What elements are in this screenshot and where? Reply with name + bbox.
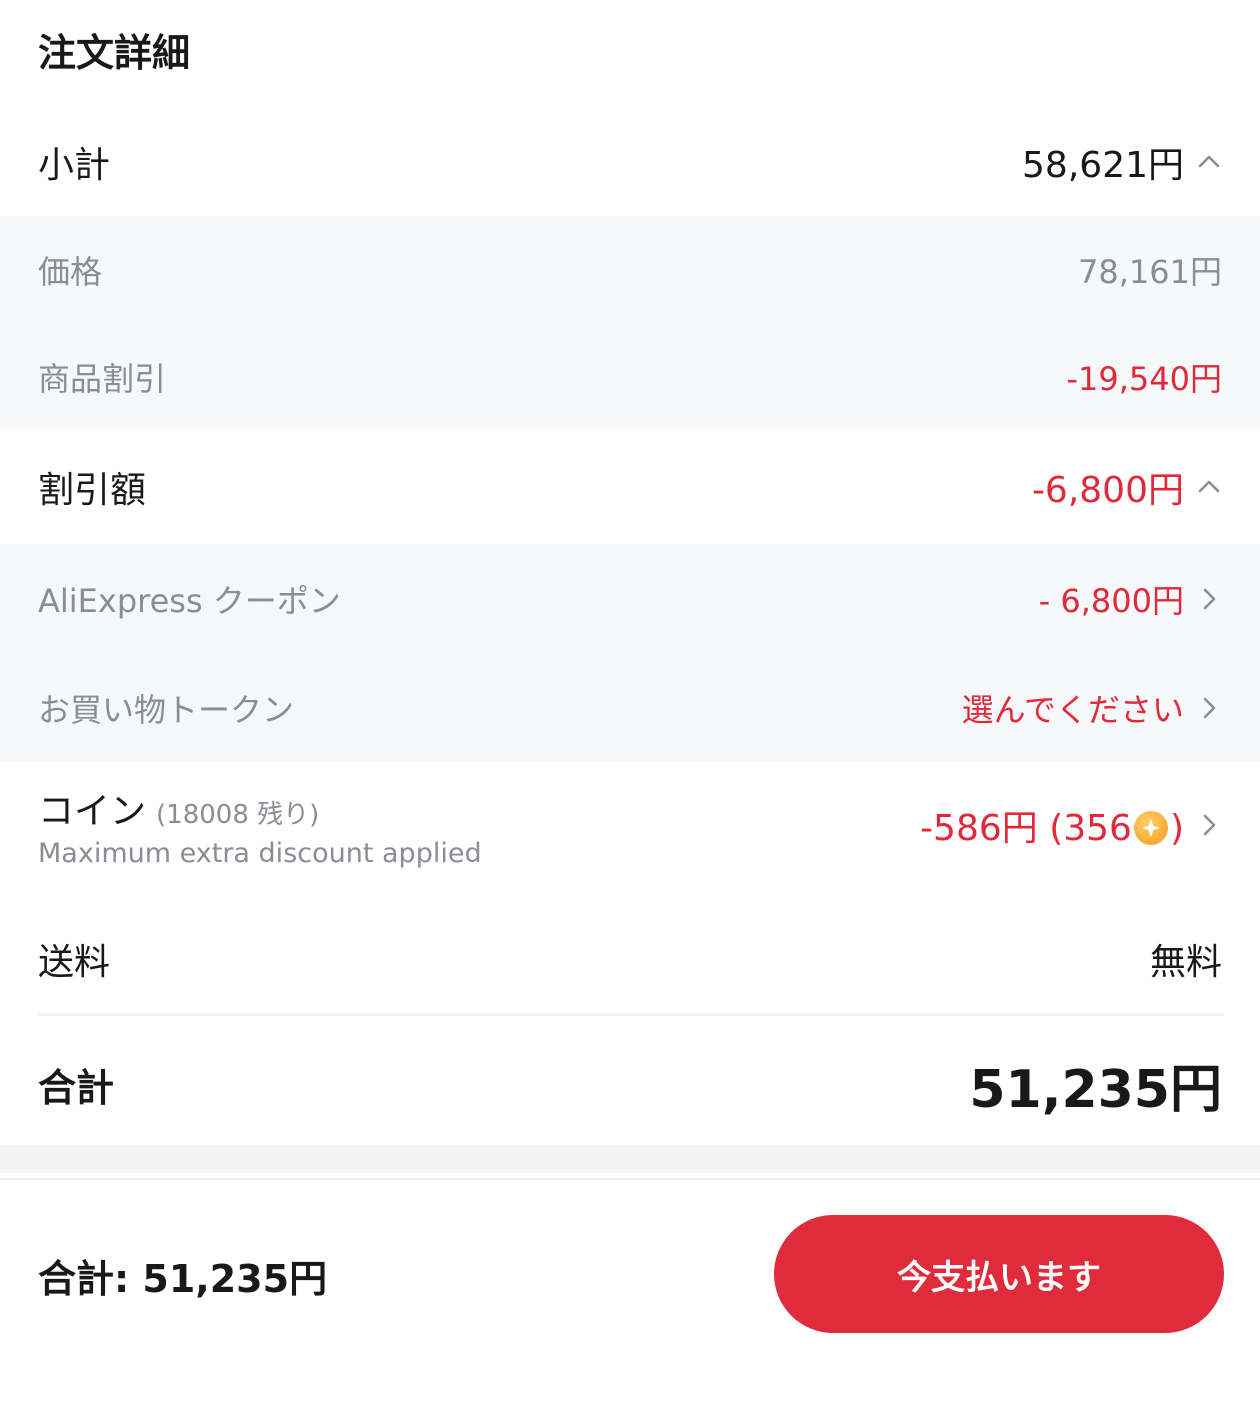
total-value: 51,235円 bbox=[969, 1059, 1222, 1120]
divider bbox=[38, 1014, 1224, 1016]
discount-value: -6,800円 bbox=[1031, 470, 1184, 511]
pay-now-button[interactable]: 今支払います bbox=[774, 1215, 1224, 1333]
coins-value: -586円 (356) bbox=[920, 808, 1184, 849]
price-value: 78,161円 bbox=[1078, 253, 1222, 291]
coins-note: Maximum extra discount applied bbox=[38, 837, 482, 869]
price-label: 価格 bbox=[38, 253, 103, 291]
subtotal-label: 小計 bbox=[38, 145, 111, 186]
shopping-token-label: お買い物トークン bbox=[38, 691, 295, 729]
page-title: 注文詳細 bbox=[38, 31, 191, 75]
shopping-token-row[interactable]: お買い物トークン 選んでください bbox=[0, 654, 1260, 762]
subtotal-row[interactable]: 小計 58,621円 bbox=[0, 108, 1260, 216]
coins-label: コイン bbox=[38, 790, 147, 832]
section-gap bbox=[0, 1145, 1260, 1173]
discount-row[interactable]: 割引額 -6,800円 bbox=[0, 430, 1260, 544]
chevron-right-icon[interactable] bbox=[1196, 695, 1222, 721]
price-row: 価格 78,161円 bbox=[0, 216, 1260, 324]
subtotal-value: 58,621円 bbox=[1022, 145, 1184, 186]
discount-label: 割引額 bbox=[38, 470, 147, 511]
footer-divider bbox=[0, 1178, 1260, 1180]
product-discount-label: 商品割引 bbox=[38, 360, 167, 398]
shipping-value: 無料 bbox=[1149, 942, 1222, 983]
product-discount-value: -19,540円 bbox=[1066, 360, 1222, 398]
coupon-row[interactable]: AliExpress クーポン - 6,800円 bbox=[0, 544, 1260, 654]
chevron-right-icon[interactable] bbox=[1196, 586, 1222, 612]
total-row: 合計 51,235円 bbox=[0, 1026, 1260, 1142]
coins-row[interactable]: コイン (18008 残り) Maximum extra discount ap… bbox=[0, 770, 1260, 880]
shipping-row: 送料 無料 bbox=[0, 906, 1260, 1012]
coins-remaining: (18008 残り) bbox=[156, 799, 320, 830]
chevron-up-icon[interactable] bbox=[1196, 149, 1222, 175]
footer-total: 合計: 51,235円 bbox=[38, 1257, 328, 1301]
chevron-up-icon[interactable] bbox=[1196, 474, 1222, 500]
product-discount-row: 商品割引 -19,540円 bbox=[0, 324, 1260, 430]
total-label: 合計 bbox=[38, 1065, 115, 1110]
chevron-right-icon[interactable] bbox=[1196, 812, 1222, 838]
shopping-token-select[interactable]: 選んでください bbox=[962, 685, 1184, 731]
coin-icon bbox=[1133, 811, 1168, 845]
coupon-value: - 6,800円 bbox=[1038, 582, 1184, 620]
coupon-label: AliExpress クーポン bbox=[38, 582, 341, 620]
shipping-label: 送料 bbox=[38, 942, 111, 983]
